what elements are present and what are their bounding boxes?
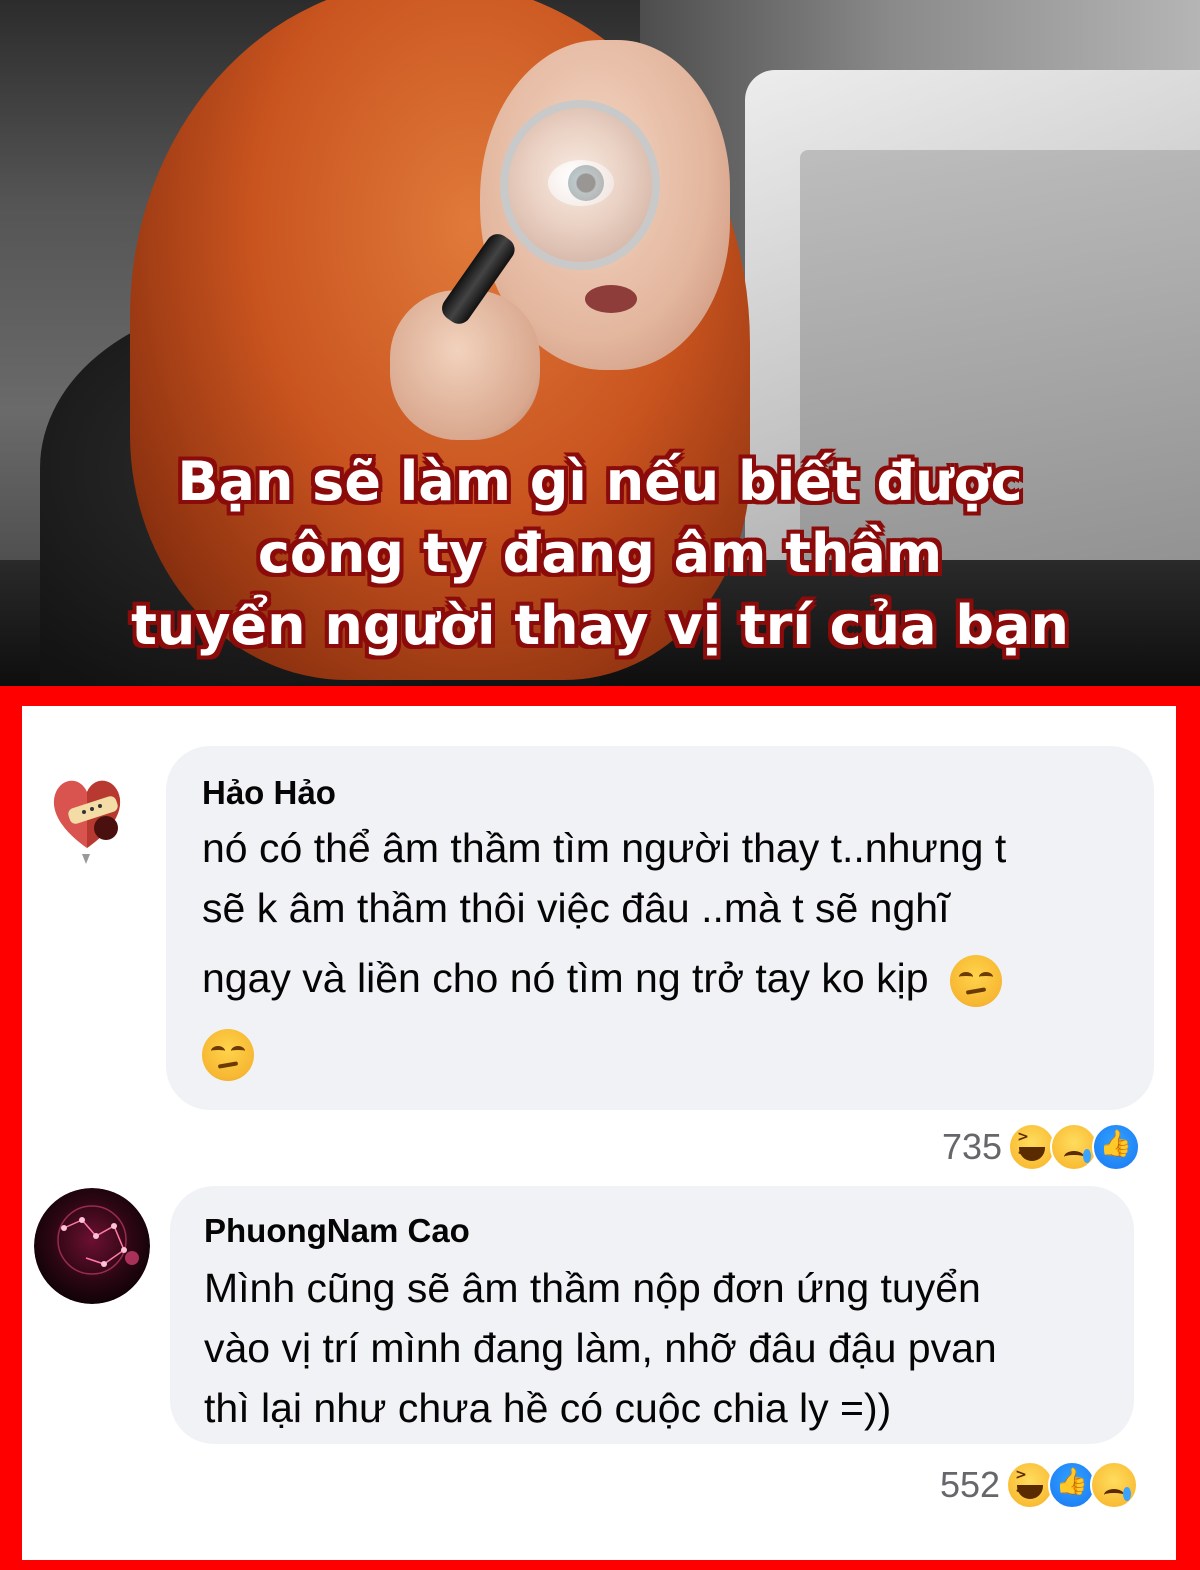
avatar[interactable] [46, 768, 128, 868]
comment-line: nó có thể âm thầm tìm người thay t..nhưn… [202, 825, 1007, 871]
comment-line-wrap: ngay và liền cho nó tìm ng trở tay ko kị… [202, 948, 1006, 1008]
comment-line: ngay và liền cho nó tìm ng trở tay ko kị… [202, 955, 929, 1001]
avatar[interactable] [34, 1188, 150, 1304]
comment-text: Mình cũng sẽ âm thầm nộp đơn ứng tuyển v… [204, 1258, 997, 1438]
hero-caption: Bạn sẽ làm gì nếu biết được công ty đang… [0, 446, 1200, 662]
like-icon [1048, 1461, 1097, 1509]
meme-post: Bạn sẽ làm gì nếu biết được công ty đang… [0, 0, 1200, 1570]
heart-bandage-icon [53, 780, 121, 864]
sad-icon [1090, 1461, 1139, 1509]
comment-line: sẽ k âm thầm thôi việc đâu ..mà t sẽ ngh… [202, 885, 950, 931]
reaction-summary[interactable]: 552 [940, 1461, 1139, 1509]
comment-text: nó có thể âm thầm tìm người thay t..nhưn… [202, 818, 1006, 1082]
sad-icon [1050, 1123, 1099, 1171]
comment-author[interactable]: PhuongNam Cao [204, 1212, 470, 1250]
comment-item: PhuongNam Cao Mình cũng sẽ âm thầm nộp đ… [22, 1166, 1176, 1560]
reaction-count: 552 [940, 1464, 1001, 1505]
caption-line: Bạn sẽ làm gì nếu biết được [177, 450, 1023, 513]
comment-line: vào vị trí mình đang làm, nhỡ đâu đậu pv… [204, 1325, 997, 1371]
comment-author[interactable]: Hảo Hảo [202, 774, 336, 812]
comments-panel: Hảo Hảo nó có thể âm thầm tìm người thay… [22, 706, 1176, 1560]
reaction-summary[interactable]: 735 [942, 1123, 1141, 1171]
caption-line: tuyển người thay vị trí của bạn [131, 594, 1069, 657]
constellation-avatar-icon [34, 1188, 150, 1304]
magnifying-glass-icon [500, 100, 660, 270]
unamused-face-icon [949, 955, 1002, 1008]
comments-frame: Hảo Hảo nó có thể âm thầm tìm người thay… [0, 686, 1200, 1570]
caption-line: công ty đang âm thầm [257, 522, 943, 585]
comment-bubble: Hảo Hảo nó có thể âm thầm tìm người thay… [166, 746, 1154, 1110]
hero-photo: Bạn sẽ làm gì nếu biết được công ty đang… [0, 0, 1200, 686]
unamused-face-icon [202, 1029, 254, 1082]
haha-icon [1008, 1123, 1057, 1171]
reaction-count: 735 [942, 1126, 1003, 1167]
comment-bubble: PhuongNam Cao Mình cũng sẽ âm thầm nộp đ… [170, 1186, 1134, 1444]
comment-line: Mình cũng sẽ âm thầm nộp đơn ứng tuyển [204, 1265, 981, 1311]
comment-item: Hảo Hảo nó có thể âm thầm tìm người thay… [22, 706, 1176, 1171]
comment-line: thì lại như chưa hề có cuộc chia ly =)) [204, 1385, 892, 1431]
like-icon [1092, 1123, 1141, 1171]
haha-icon [1006, 1461, 1055, 1509]
